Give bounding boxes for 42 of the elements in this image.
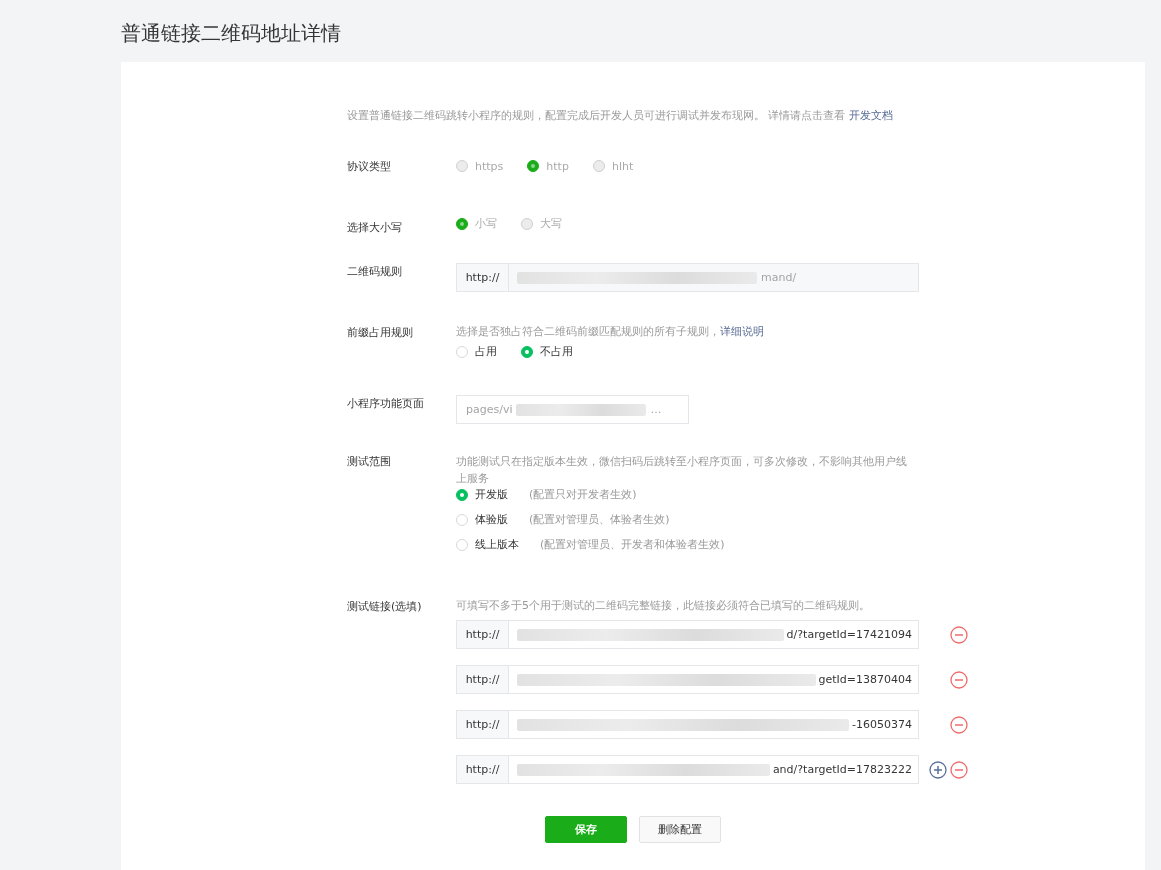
field-value: pages/vi <box>466 403 513 416</box>
hint-text: 选择是否独占符合二维码前缀匹配规则的所有子规则， <box>456 325 720 338</box>
intro-text: 设置普通链接二维码跳转小程序的规则，配置完成后开发人员可进行调试并发布现网。 详情请点击查看 开发文档 <box>347 108 894 123</box>
field-label: 协议类型 <box>347 159 392 174</box>
remove-icon[interactable] <box>950 715 968 734</box>
prefix-addon: http:// <box>457 711 509 738</box>
remove-icon[interactable] <box>950 760 968 779</box>
field-label: 二维码规则 <box>347 264 403 280</box>
add-icon[interactable] <box>929 760 947 779</box>
field-label: 选择大小写 <box>347 220 403 235</box>
details-link[interactable]: 详细说明 <box>720 325 764 338</box>
radio-option[interactable]: 不占用 <box>521 344 573 359</box>
field-label: 测试范围 <box>347 454 392 470</box>
field-label: 小程序功能页面 <box>347 396 425 412</box>
link-field[interactable]: http:// d/?targetId=17421094 <box>456 620 919 649</box>
link-field[interactable]: http:// -16050374 <box>456 710 919 739</box>
radio-option[interactable]: 占用 <box>456 344 497 359</box>
link-field[interactable]: http:// getId=13870404 <box>456 665 919 694</box>
hint-text: 功能测试只在指定版本生效，微信扫码后跳转至小程序页面，可多次修改，不影响其他用户线上服务 <box>456 454 908 487</box>
field-value: getId=13870404 <box>818 673 912 686</box>
radio-icon[interactable] <box>521 345 533 358</box>
radio-icon[interactable] <box>456 488 468 501</box>
link-field[interactable]: http:// and/?targetId=17823222 <box>456 755 919 784</box>
field-value: -16050374 <box>852 718 912 731</box>
hint-text: 可填写不多于5个用于测试的二维码完整链接，此链接必须符合已填写的二维码规则。 <box>456 598 871 613</box>
radio-option[interactable]: 体验版 (配置对管理员、体验者生效) <box>456 512 1145 527</box>
rule-field[interactable]: http:// mand/ <box>456 263 919 292</box>
prefix-addon: http:// <box>457 756 509 783</box>
remove-icon[interactable] <box>950 670 968 689</box>
prefix-addon: http:// <box>457 621 509 648</box>
field-label: 前缀占用规则 <box>347 325 414 341</box>
page-title: 普通链接二维码地址详情 <box>121 20 342 47</box>
remove-icon[interactable] <box>950 625 968 644</box>
field-value: d/?targetId=17421094 <box>786 628 912 641</box>
prefix-addon: http:// <box>457 666 509 693</box>
field-value: … <box>650 403 662 416</box>
radio-option[interactable]: 线上版本 (配置对管理员、开发者和体验者生效) <box>456 537 1145 552</box>
docs-link[interactable]: 开发文档 <box>849 109 893 122</box>
field-label: 测试链接(选填) <box>347 599 423 615</box>
radio-option[interactable]: 开发版 (配置只对开发者生效) <box>456 487 1145 502</box>
field-value: and/?targetId=17823222 <box>772 763 912 776</box>
delete-config-button[interactable]: 删除配置 <box>639 816 721 843</box>
